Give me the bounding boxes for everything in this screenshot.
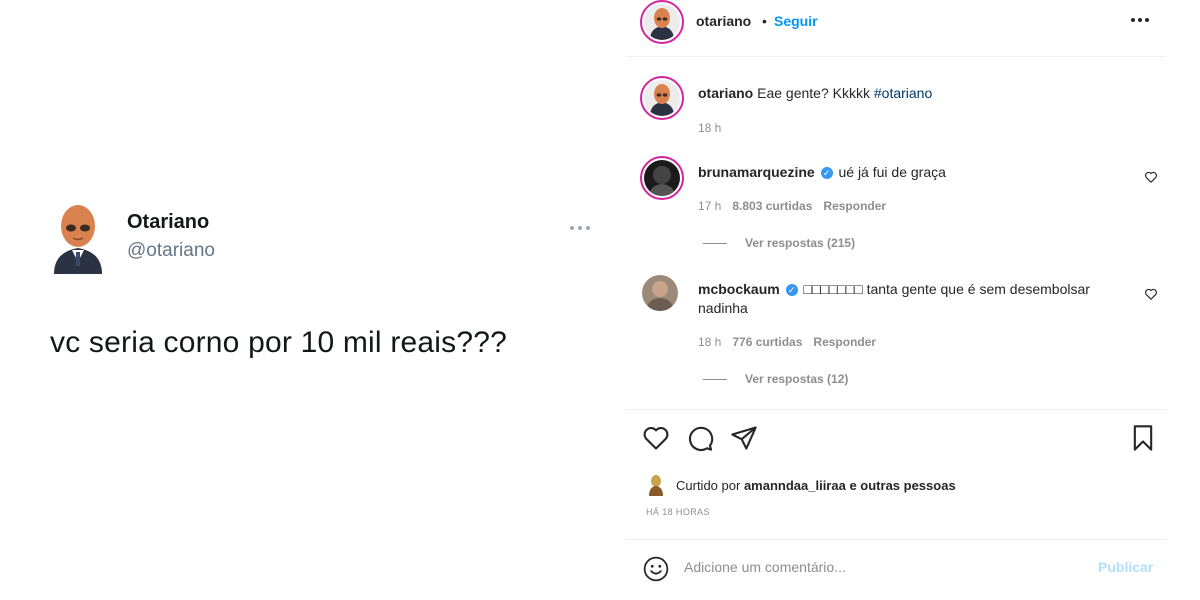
verified-badge-icon: ✓ — [785, 284, 798, 297]
comment-meta: 17 h 8.803 curtidas Responder — [698, 199, 886, 213]
reply-button[interactable]: Responder — [813, 335, 876, 349]
comment-time[interactable]: 17 h — [698, 199, 721, 213]
liked-by-others[interactable]: e outras pessoas — [849, 478, 955, 493]
comment-likes[interactable]: 8.803 curtidas — [732, 199, 812, 213]
caption-meta: 18 h — [698, 121, 721, 135]
caption-username[interactable]: otariano — [698, 85, 753, 101]
heart-icon[interactable] — [642, 424, 670, 452]
avatar[interactable] — [640, 76, 684, 120]
more-horizontal-icon[interactable] — [1131, 18, 1149, 22]
comment-icon[interactable] — [686, 424, 714, 452]
caption-time[interactable]: 18 h — [698, 121, 721, 135]
caption-text: Eae gente? Kkkkk — [757, 85, 870, 101]
tweet-card: Otariano @otariano vc seria corno por 10… — [0, 0, 626, 600]
follow-button[interactable]: Seguir — [774, 13, 818, 29]
comment: mcbockaum ✓ □□□□□□□ tanta gente que é se… — [698, 280, 1128, 318]
more-horizontal-icon[interactable] — [570, 222, 596, 234]
avatar[interactable] — [50, 200, 106, 276]
liked-by: Curtido por amanndaa_liiraa e outras pes… — [646, 474, 956, 496]
like-comment-heart-icon[interactable] — [1144, 170, 1158, 184]
post-actions-bar — [626, 424, 1200, 456]
replies-line — [703, 242, 727, 244]
add-comment-bar: Publicar — [626, 539, 1200, 599]
view-replies-label: Ver respostas (12) — [745, 372, 849, 386]
hashtag-link[interactable]: #otariano — [874, 85, 932, 101]
avatar[interactable] — [646, 474, 666, 496]
post-timestamp[interactable]: HÁ 18 HORAS — [646, 507, 710, 517]
liked-by-prefix: Curtido por — [676, 477, 741, 493]
comment-likes[interactable]: 776 curtidas — [732, 335, 802, 349]
comment-time[interactable]: 18 h — [698, 335, 721, 349]
tweet-text: vc seria corno por 10 mil reais??? — [50, 326, 508, 359]
post-author-username[interactable]: otariano — [696, 13, 751, 29]
liked-by-user[interactable]: amanndaa_liiraa — [744, 478, 846, 493]
like-comment-heart-icon[interactable] — [1144, 287, 1158, 301]
view-replies-label: Ver respostas (215) — [745, 236, 856, 250]
comment-meta: 18 h 776 curtidas Responder — [698, 335, 876, 349]
share-icon[interactable] — [730, 424, 758, 452]
view-replies-button[interactable]: Ver respostas (215) — [703, 236, 855, 250]
instagram-post-panel: otariano • Seguir otariano Eae gente? Kk… — [626, 0, 1200, 600]
comment: brunamarquezine ✓ ué já fui de graça — [698, 163, 1128, 182]
replies-line — [703, 378, 727, 380]
avatar[interactable] — [640, 0, 684, 44]
comment-input[interactable] — [684, 555, 1064, 579]
comment-text: ué já fui de graça — [838, 164, 946, 180]
publish-button[interactable]: Publicar — [1098, 559, 1153, 575]
comment-username[interactable]: mcbockaum — [698, 281, 780, 297]
verified-badge-icon: ✓ — [820, 167, 833, 180]
emoji-icon[interactable] — [643, 556, 669, 582]
separator-dot: • — [762, 13, 767, 29]
tweet-author-name[interactable]: Otariano — [127, 211, 209, 234]
reply-button[interactable]: Responder — [823, 199, 886, 213]
divider — [626, 409, 1166, 410]
caption: otariano Eae gente? Kkkkk #otariano — [698, 84, 1128, 103]
tweet-author-handle[interactable]: @otariano — [127, 240, 215, 262]
avatar[interactable] — [642, 275, 678, 311]
avatar[interactable] — [640, 156, 684, 200]
divider — [626, 56, 1166, 57]
view-replies-button[interactable]: Ver respostas (12) — [703, 372, 848, 386]
bookmark-icon[interactable] — [1129, 424, 1157, 452]
comment-username[interactable]: brunamarquezine — [698, 164, 815, 180]
